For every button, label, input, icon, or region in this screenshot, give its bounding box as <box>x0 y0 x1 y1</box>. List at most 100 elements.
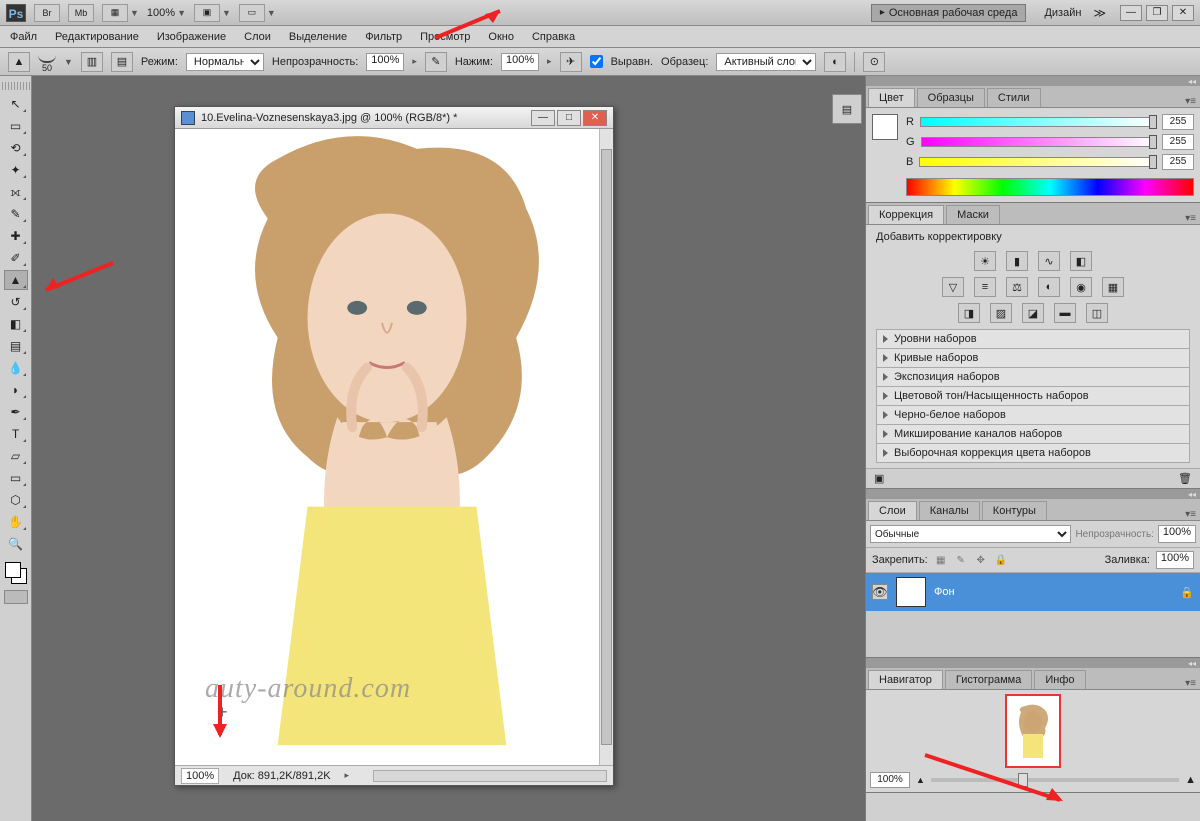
menu-filter[interactable]: Фильтр <box>365 31 402 43</box>
quickmask-toggle[interactable] <box>4 590 28 604</box>
workspace-design-label[interactable]: Дизайн <box>1044 7 1081 19</box>
menu-window[interactable]: Окно <box>488 31 514 43</box>
tab-swatches[interactable]: Образцы <box>917 88 985 107</box>
tab-navigator[interactable]: Навигатор <box>868 670 943 689</box>
brush-picker-dropdown[interactable]: ▼ <box>64 57 73 67</box>
adj-photo-filter-icon[interactable]: ◉ <box>1070 277 1092 297</box>
g-value[interactable]: 255 <box>1162 134 1194 150</box>
adj-preset-item[interactable]: Выборочная коррекция цвета наборов <box>876 443 1190 463</box>
lock-all-icon[interactable]: 🔒 <box>994 553 1008 567</box>
lock-transparent-icon[interactable]: ▦ <box>934 553 948 567</box>
doc-maximize-icon[interactable]: □ <box>557 110 581 126</box>
crop-tool[interactable]: ⟗ <box>4 182 28 202</box>
adj-posterize-icon[interactable]: ▨ <box>990 303 1012 323</box>
doc-minimize-icon[interactable]: — <box>531 110 555 126</box>
navigator-thumbnail[interactable] <box>1005 694 1061 768</box>
history-brush-tool[interactable]: ↺ <box>4 292 28 312</box>
tab-layers[interactable]: Слои <box>868 501 917 520</box>
tab-color[interactable]: Цвет <box>868 88 915 107</box>
document-titlebar[interactable]: 10.Evelina-Voznesenskaya3.jpg @ 100% (RG… <box>175 107 613 129</box>
document-canvas[interactable]: auty-around.com + <box>175 129 599 765</box>
tab-paths[interactable]: Контуры <box>982 501 1047 520</box>
menu-view[interactable]: Просмотр <box>420 31 470 43</box>
layer-row[interactable]: 👁 Фон 🔒 <box>866 573 1200 611</box>
lock-position-icon[interactable]: ✥ <box>974 553 988 567</box>
tab-adjustments[interactable]: Коррекция <box>868 205 944 224</box>
shape-tool[interactable]: ▭ <box>4 468 28 488</box>
adj-brightness-icon[interactable]: ☀ <box>974 251 996 271</box>
panel-collapse-icon[interactable]: ◂◂ <box>1188 490 1196 499</box>
quick-select-tool[interactable]: ✦ <box>4 160 28 180</box>
menu-layer[interactable]: Слои <box>244 31 271 43</box>
tablet-pressure-icon[interactable]: ⊙ <box>863 52 885 72</box>
flow-dropdown-icon[interactable]: ▸ <box>547 56 552 67</box>
layer-opacity-field[interactable]: 100% <box>1158 525 1196 543</box>
brush-panel-toggle-icon[interactable]: ▥ <box>81 52 103 72</box>
blend-mode-select[interactable]: Нормальный <box>186 53 264 71</box>
r-slider[interactable] <box>920 117 1156 127</box>
menu-edit[interactable]: Редактирование <box>55 31 139 43</box>
menu-select[interactable]: Выделение <box>289 31 347 43</box>
window-minimize-icon[interactable]: — <box>1120 5 1142 21</box>
eraser-tool[interactable]: ◧ <box>4 314 28 334</box>
b-value[interactable]: 255 <box>1162 154 1194 170</box>
collapsed-panel-icon[interactable]: ▤ <box>832 94 862 124</box>
move-tool[interactable]: ↖ <box>4 94 28 114</box>
tab-channels[interactable]: Каналы <box>919 501 980 520</box>
adj-balance-icon[interactable]: ⚖ <box>1006 277 1028 297</box>
blend-mode-select[interactable]: Обычные <box>870 525 1071 543</box>
path-select-tool[interactable]: ▱ <box>4 446 28 466</box>
adj-mixer-icon[interactable]: ▦ <box>1102 277 1124 297</box>
doc-close-icon[interactable]: ✕ <box>583 110 607 126</box>
current-tool-icon[interactable]: ▲ <box>8 52 30 72</box>
adj-vibrance-icon[interactable]: ▽ <box>942 277 964 297</box>
tab-histogram[interactable]: Гистограмма <box>945 670 1033 689</box>
adj-preset-item[interactable]: Цветовой тон/Насыщенность наборов <box>876 386 1190 406</box>
type-tool[interactable]: T <box>4 424 28 444</box>
adj-preset-item[interactable]: Кривые наборов <box>876 348 1190 368</box>
r-value[interactable]: 255 <box>1162 114 1194 130</box>
panel-menu-icon[interactable]: ▾≡ <box>1185 96 1196 107</box>
zoom-level-dropdown[interactable]: 100%▼ <box>147 7 186 19</box>
color-swatches[interactable] <box>3 560 29 586</box>
color-spectrum[interactable] <box>906 178 1194 196</box>
3d-tool[interactable]: ⬡ <box>4 490 28 510</box>
adj-selective-icon[interactable]: ◫ <box>1086 303 1108 323</box>
brush-preview-icon[interactable] <box>38 51 56 63</box>
adj-invert-icon[interactable]: ◨ <box>958 303 980 323</box>
zoom-tool[interactable]: 🔍 <box>4 534 28 554</box>
workspace-switcher[interactable]: ▸Основная рабочая среда <box>871 4 1027 22</box>
brush-panel2-icon[interactable]: ▤ <box>111 52 133 72</box>
ignore-adjust-icon[interactable]: ◐ <box>824 52 846 72</box>
menu-image[interactable]: Изображение <box>157 31 226 43</box>
layer-thumbnail[interactable] <box>896 577 926 607</box>
layer-name[interactable]: Фон <box>934 586 1172 598</box>
adj-curves-icon[interactable]: ∿ <box>1038 251 1060 271</box>
tab-masks[interactable]: Маски <box>946 205 1000 224</box>
panel-menu-icon[interactable]: ▾≡ <box>1185 509 1196 520</box>
blur-tool[interactable]: 💧 <box>4 358 28 378</box>
brush-tool[interactable]: ✐ <box>4 248 28 268</box>
doc-vertical-scrollbar[interactable] <box>599 129 613 765</box>
panel-collapse-icon[interactable]: ◂◂ <box>1188 77 1196 86</box>
navigator-zoom-field[interactable]: 100% <box>870 772 910 788</box>
adj-exposure-icon[interactable]: ◧ <box>1070 251 1092 271</box>
adj-preset-item[interactable]: Черно-белое наборов <box>876 405 1190 425</box>
tab-styles[interactable]: Стили <box>987 88 1041 107</box>
aligned-checkbox[interactable] <box>590 55 603 68</box>
lasso-tool[interactable]: ⟲ <box>4 138 28 158</box>
dodge-tool[interactable]: ◗ <box>4 380 28 400</box>
panel-menu-icon[interactable]: ▾≡ <box>1185 678 1196 689</box>
zoom-out-icon[interactable]: ▲ <box>916 775 925 785</box>
launch-bridge-icon[interactable]: Br <box>34 4 60 22</box>
color-swatch-icon[interactable] <box>872 114 898 140</box>
adj-preset-item[interactable]: Микширование каналов наборов <box>876 424 1190 444</box>
workspace-more-icon[interactable]: ≫ <box>1093 6 1106 20</box>
adj-preset-item[interactable]: Уровни наборов <box>876 329 1190 349</box>
g-slider[interactable] <box>921 137 1156 147</box>
doc-zoom-field[interactable]: 100% <box>181 768 219 784</box>
adj-preset-item[interactable]: Экспозиция наборов <box>876 367 1190 387</box>
window-close-icon[interactable]: ✕ <box>1172 5 1194 21</box>
sample-select[interactable]: Активный слой <box>716 53 816 71</box>
b-slider[interactable] <box>919 157 1156 167</box>
